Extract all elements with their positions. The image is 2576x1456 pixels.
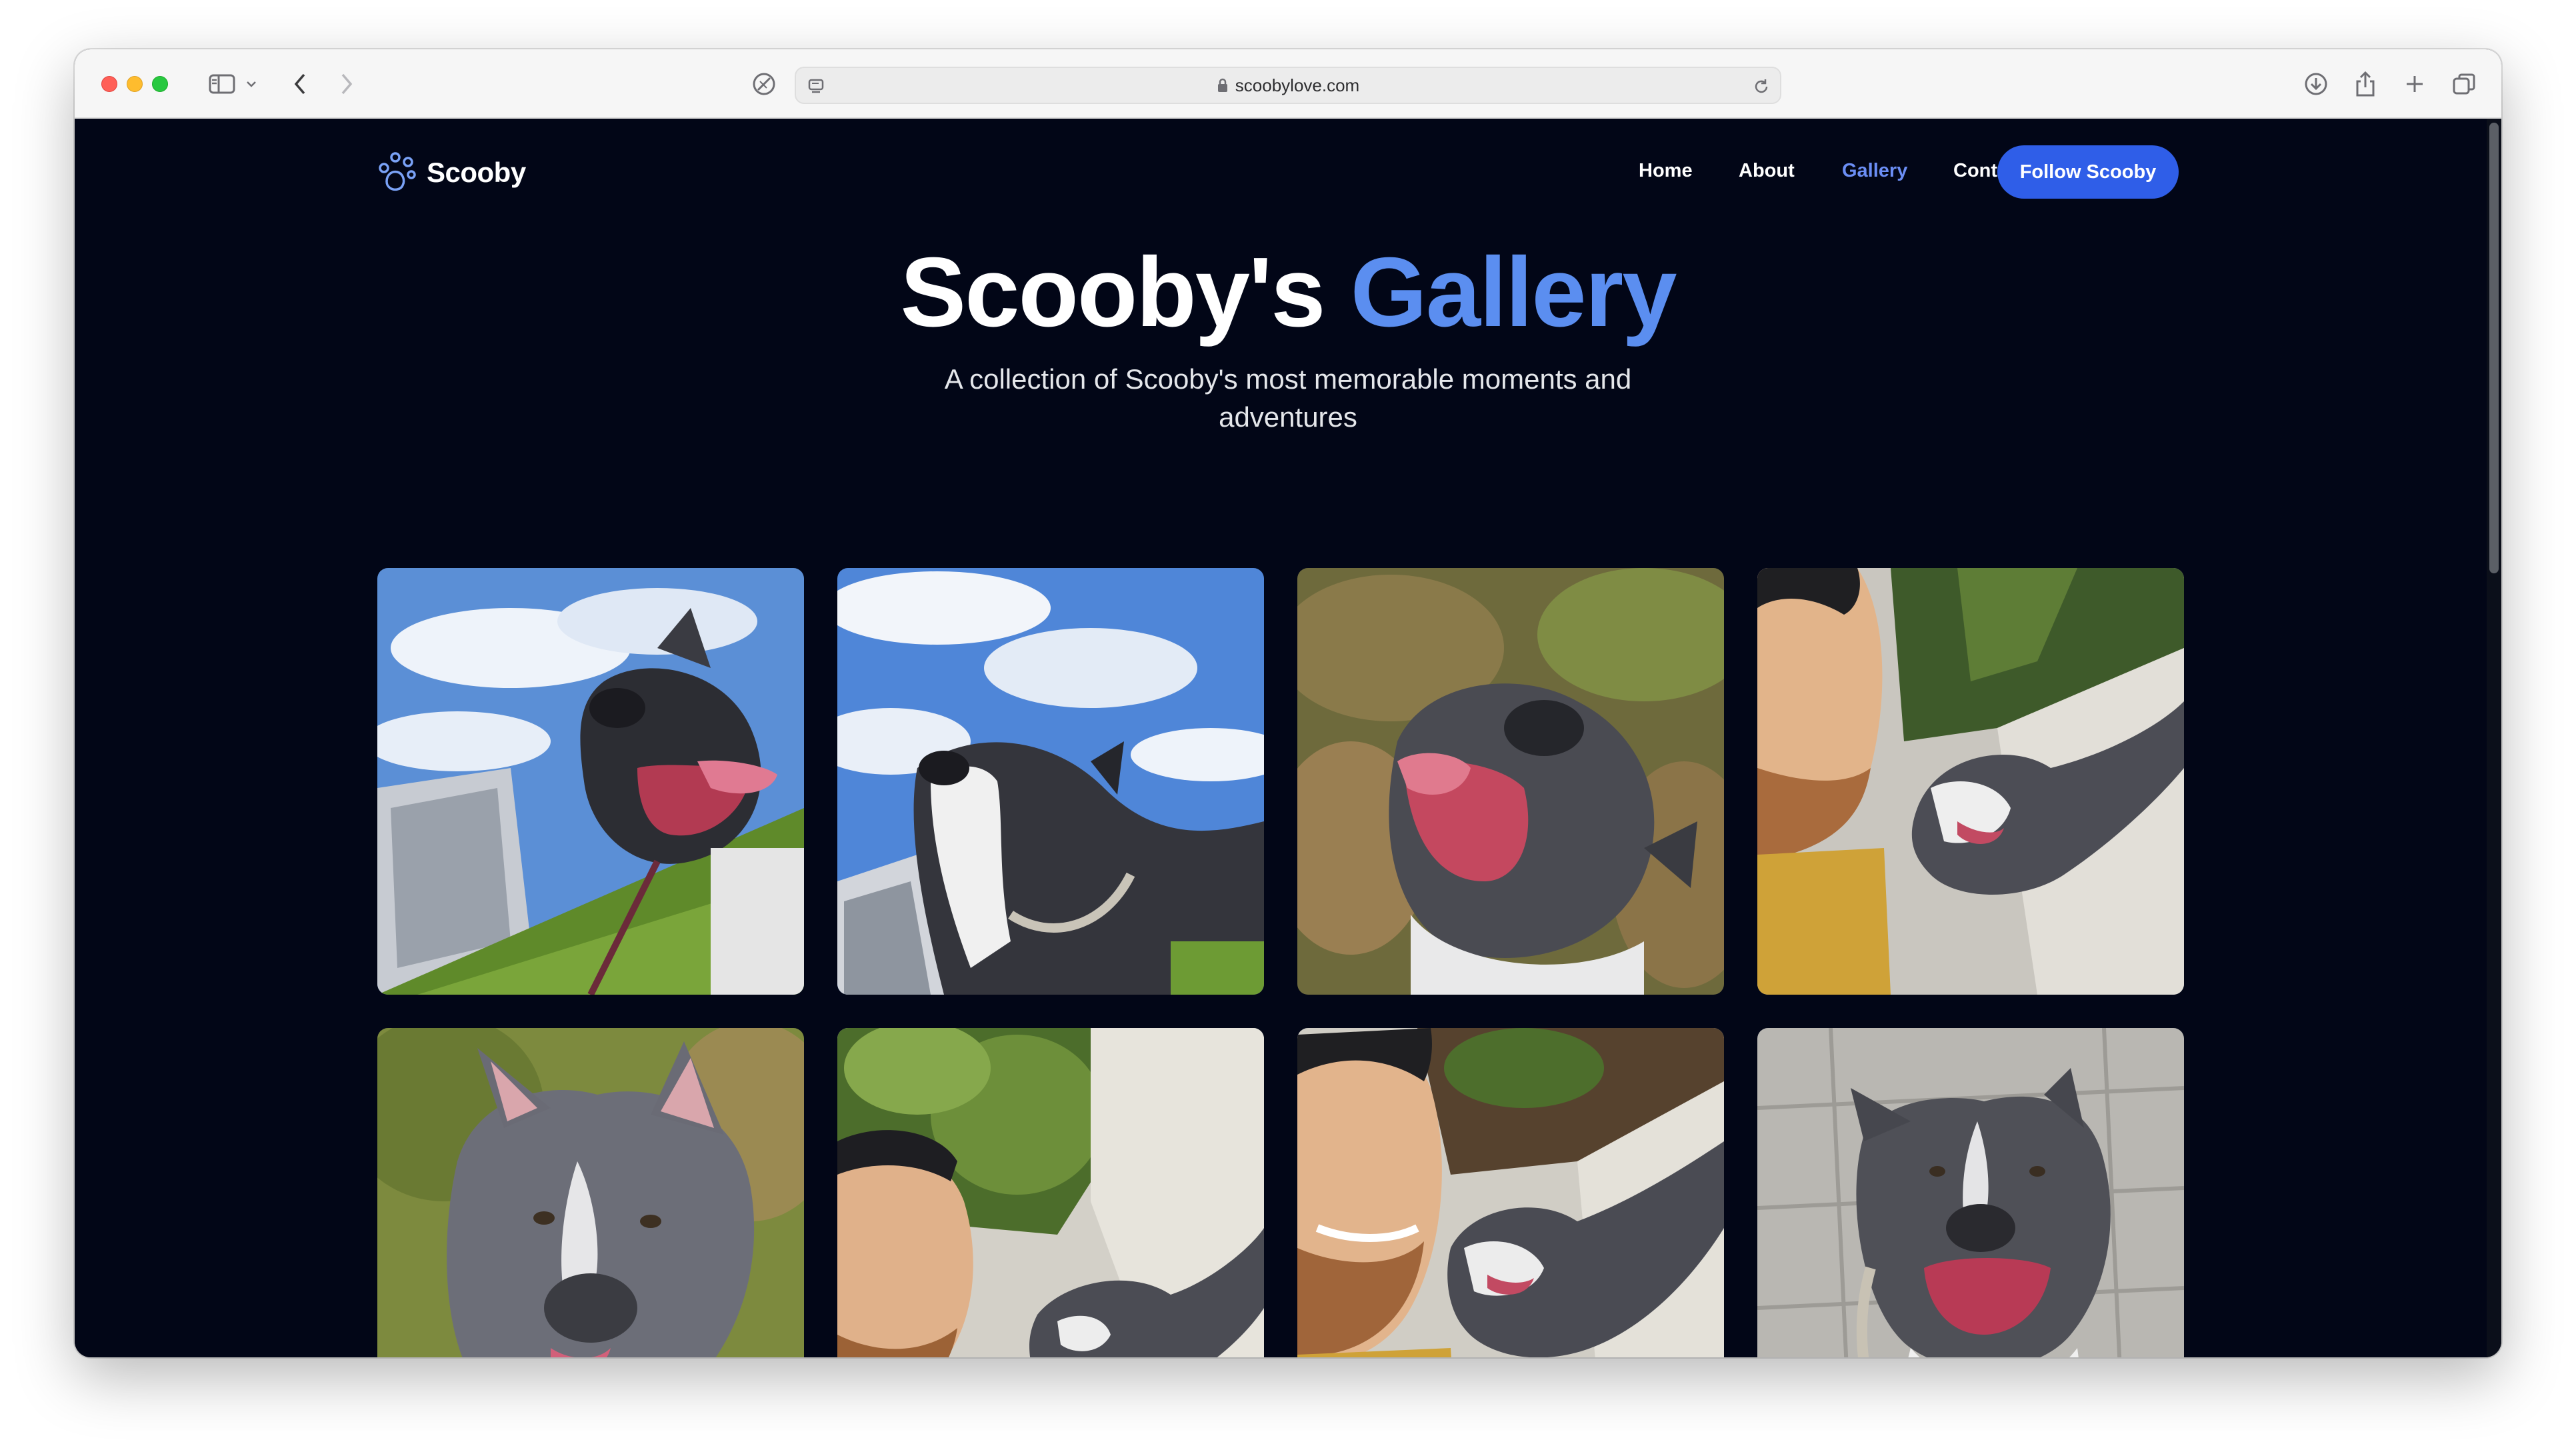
browser-window: scoobylove.com Scooby Home About Gallery… (75, 49, 2501, 1357)
gallery-photo[interactable] (377, 568, 804, 995)
gallery-photo[interactable] (1757, 1028, 2184, 1357)
site-navbar: Scooby Home About Gallery Contact Follow… (75, 119, 2501, 232)
share-icon[interactable] (2351, 69, 2380, 99)
nav-home-link[interactable]: Home (1639, 160, 1693, 182)
maximize-window-button[interactable] (152, 76, 168, 92)
nav-gallery-link[interactable]: Gallery (1842, 160, 1907, 182)
gallery-photo[interactable] (837, 1028, 1264, 1357)
new-tab-icon[interactable] (2400, 69, 2429, 99)
browser-toolbar: scoobylove.com (75, 49, 2501, 119)
tab-overview-icon[interactable] (2449, 69, 2479, 99)
logo-text: Scooby (427, 157, 526, 188)
gallery-photo[interactable] (1297, 1028, 1724, 1357)
reload-icon[interactable] (1748, 72, 1775, 101)
close-window-button[interactable] (101, 76, 117, 92)
privacy-report-icon[interactable] (749, 69, 779, 99)
gallery-photo[interactable] (837, 568, 1264, 995)
page-content: Scooby Home About Gallery Contact Follow… (75, 119, 2501, 1357)
scrollbar-thumb[interactable] (2489, 123, 2499, 573)
site-logo[interactable]: Scooby (377, 152, 526, 193)
nav-about-link[interactable]: About (1739, 160, 1795, 182)
downloads-icon[interactable] (2301, 69, 2331, 99)
back-icon[interactable] (287, 69, 313, 99)
address-bar[interactable]: scoobylove.com (795, 67, 1781, 104)
forward-icon[interactable] (333, 69, 360, 99)
chevron-down-icon[interactable] (243, 69, 260, 99)
follow-scooby-button[interactable]: Follow Scooby (1997, 145, 2179, 199)
minimize-window-button[interactable] (127, 76, 143, 92)
url-display: scoobylove.com (796, 68, 1780, 103)
gallery-photo[interactable] (1297, 568, 1724, 995)
page-title-part1: Scooby's (900, 237, 1325, 347)
gallery-photo[interactable] (377, 1028, 804, 1357)
page-title: Scooby's Gallery (75, 236, 2501, 349)
sidebar-toggle-icon[interactable] (205, 69, 239, 99)
url-text: scoobylove.com (1235, 75, 1360, 95)
page-title-accent: Gallery (1350, 237, 1677, 347)
gallery-photo[interactable] (1757, 568, 2184, 995)
lock-icon (1217, 77, 1229, 93)
page-scrollbar[interactable] (2487, 119, 2501, 1357)
paw-icon (379, 152, 416, 191)
page-subtitle: A collection of Scooby's most memorable … (944, 363, 1632, 433)
